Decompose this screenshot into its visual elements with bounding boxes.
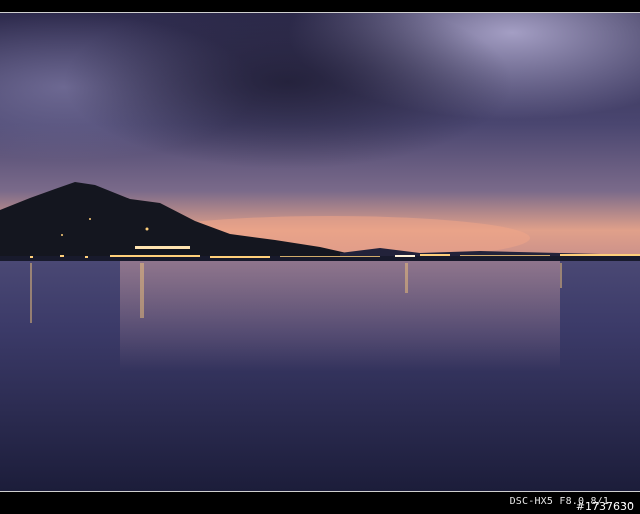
photo-frame: DSC-HX5 F8.0 8/1 ... #1737630 — [0, 0, 640, 514]
bottom-border — [0, 491, 640, 492]
photo — [0, 13, 640, 491]
photo-number: #1737630 — [575, 500, 634, 513]
seascape-image — [0, 13, 640, 491]
sunset-reflection — [120, 261, 560, 371]
